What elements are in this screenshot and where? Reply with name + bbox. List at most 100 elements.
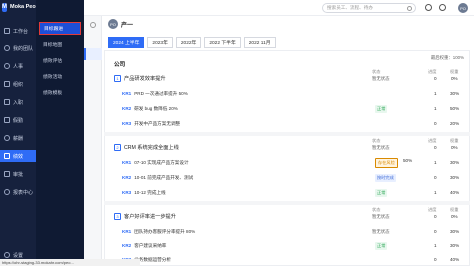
status-column-header: 状态 bbox=[372, 138, 381, 143]
sidebar-item-label: 薪酬 bbox=[13, 135, 24, 142]
objective-status: 暂无状态 bbox=[372, 214, 390, 219]
key-result[interactable]: KR3 10-12 完成上线 bbox=[122, 190, 166, 196]
sidebar-item-workbench[interactable]: 工作台 bbox=[0, 25, 36, 37]
progress-column-header: 进度 bbox=[428, 207, 437, 212]
brand-logo-icon: M bbox=[2, 2, 7, 12]
approval-icon bbox=[4, 171, 10, 177]
sidebar-item-label: 组织 bbox=[13, 81, 24, 88]
subnav-performance-activity[interactable]: 绩效活动 bbox=[39, 70, 81, 83]
sidebar-item-onboard[interactable]: 入职 bbox=[0, 96, 36, 108]
sidebar-item-label: 工作台 bbox=[13, 28, 29, 35]
objective-title[interactable]: 2 CRM 系统完成全面上线 bbox=[114, 144, 179, 151]
sidebar-item-my-team[interactable]: 我的团队 bbox=[0, 42, 36, 54]
status-column-header: 状态 bbox=[372, 69, 381, 74]
weight-column-header: 权重 bbox=[450, 69, 459, 74]
key-result[interactable]: KR2 客户建议采纳率 bbox=[122, 243, 166, 249]
list-item[interactable] bbox=[84, 48, 102, 60]
card-title: 公司 bbox=[114, 62, 126, 68]
sidebar-item-label: 假勤 bbox=[13, 117, 24, 124]
kr-weight: 30% bbox=[450, 229, 460, 234]
subnav-performance-review[interactable]: 绩效评估 bbox=[39, 54, 81, 67]
key-result[interactable]: KR1 07-10 实现成产品方案设计 bbox=[122, 160, 189, 166]
objective-title[interactable]: 3 客户好评率进一步提升 bbox=[114, 213, 176, 220]
kr-progress: 0 bbox=[434, 175, 437, 180]
team-icon bbox=[4, 45, 10, 51]
search-icon[interactable] bbox=[407, 6, 412, 11]
subnav-performance-template[interactable]: 绩效模板 bbox=[39, 86, 81, 99]
org-icon bbox=[4, 81, 10, 87]
tab-period[interactable]: 2023年 bbox=[147, 37, 173, 48]
key-result[interactable]: KR2 10-01 前完成产品开发、测试 bbox=[122, 175, 193, 181]
kr-progress: 0 bbox=[434, 121, 437, 126]
calendar-icon bbox=[4, 117, 10, 123]
kr-weight: 30% bbox=[450, 243, 460, 248]
kr-progress: 1 bbox=[434, 106, 437, 111]
tab-period[interactable]: 2024 上半年 bbox=[108, 37, 145, 48]
sidebar-item-label: 报表中心 bbox=[13, 189, 34, 196]
sidebar-item-approval[interactable]: 审批 bbox=[0, 168, 36, 180]
key-result[interactable]: KR2 研发 bug 数降低 20% bbox=[122, 106, 178, 112]
weight-column-header: 权重 bbox=[450, 207, 459, 212]
sidebar-item-attendance[interactable]: 假勤 bbox=[0, 114, 36, 126]
user-avatar: PO bbox=[108, 19, 118, 29]
gear-icon bbox=[4, 252, 10, 258]
sidebar-item-label: 人事 bbox=[13, 63, 24, 70]
period-tabs: 2024 上半年 2023年 2022年 2022 下半年 2022 11月 bbox=[108, 37, 279, 48]
avatar[interactable]: PO bbox=[458, 3, 468, 13]
objective-weight: 0% bbox=[451, 214, 458, 219]
sidebar-item-org[interactable]: 组织 bbox=[0, 78, 36, 90]
help-icon[interactable] bbox=[439, 4, 446, 11]
objective-progress: 0 bbox=[434, 214, 437, 219]
progress-column-header: 进度 bbox=[428, 69, 437, 74]
subnav-goal-tracking[interactable]: 目标跟进 bbox=[39, 22, 81, 35]
status-badge: 存在风险 bbox=[375, 158, 398, 168]
kr-weight: 50% bbox=[450, 106, 460, 111]
list-item[interactable] bbox=[84, 64, 102, 76]
objective-status: 暂无状态 bbox=[372, 76, 390, 81]
sidebar-item-hr[interactable]: 人事 bbox=[0, 60, 36, 72]
search-input[interactable]: 搜索员工、流程、待办 bbox=[322, 3, 416, 13]
progress-column-header: 进度 bbox=[428, 138, 437, 143]
top-bar: 搜索员工、流程、待办 PO bbox=[84, 0, 474, 16]
brand[interactable]: M Moka People bbox=[0, 0, 44, 14]
kr-progress: 1 bbox=[434, 190, 437, 195]
kr-weight: 40% bbox=[450, 190, 460, 195]
tab-period[interactable]: 2022 11月 bbox=[243, 37, 276, 48]
subnav-goal-map[interactable]: 目标地图 bbox=[39, 38, 81, 51]
person-icon bbox=[4, 63, 10, 69]
divider bbox=[104, 132, 470, 136]
report-icon bbox=[4, 189, 10, 195]
sub-sidebar: 目标跟进 目标地图 绩效评估 绩效活动 绩效模板 bbox=[36, 0, 84, 266]
sidebar-item-payroll[interactable]: 薪酬 bbox=[0, 132, 36, 144]
onboard-icon bbox=[4, 99, 10, 105]
kr-weight: 30% bbox=[450, 160, 460, 165]
objective-title[interactable]: 1 产品研发效率提升 bbox=[114, 75, 166, 82]
main-sidebar: M Moka People 工作台 我的团队 人事 组织 入职 假勤 薪酬 绩效… bbox=[0, 0, 44, 266]
user-name: 产一 bbox=[121, 23, 134, 29]
money-icon bbox=[4, 135, 10, 141]
sidebar-item-performance[interactable]: 绩效 bbox=[0, 150, 36, 162]
status-badge: 按时完成 bbox=[375, 174, 396, 182]
search-placeholder: 搜索员工、流程、待办 bbox=[327, 5, 373, 10]
kr-progress: 1 bbox=[434, 91, 437, 96]
tab-period[interactable]: 2022年 bbox=[175, 37, 202, 48]
key-result[interactable]: KR3 开发中产品方案无调整 bbox=[122, 121, 180, 127]
status-badge: 正常 bbox=[375, 189, 388, 197]
objective-status: 暂无状态 bbox=[372, 145, 390, 150]
home-icon[interactable] bbox=[425, 4, 432, 11]
key-result[interactable]: KR1 团队持办客服评分率提升 80% bbox=[122, 229, 195, 235]
tab-period[interactable]: 2022 下半年 bbox=[204, 37, 241, 48]
key-result[interactable]: KR1 PRD 一次通过率提升 50% bbox=[122, 91, 188, 97]
sidebar-item-label: 审批 bbox=[13, 171, 24, 178]
final-weight-label: 最后权重：100% bbox=[430, 55, 464, 60]
kr-progress: 1 bbox=[434, 160, 437, 165]
performance-icon bbox=[4, 153, 10, 159]
sidebar-item-reports[interactable]: 报表中心 bbox=[0, 186, 36, 198]
member-list-column bbox=[84, 16, 102, 266]
settings-icon[interactable] bbox=[90, 22, 96, 28]
objective-progress: 0 bbox=[434, 76, 437, 81]
kr-weight: 40% bbox=[450, 257, 460, 262]
kr-weight: 20% bbox=[450, 121, 460, 126]
sidebar-item-label: 我的团队 bbox=[13, 45, 34, 52]
kr-weight: 30% bbox=[450, 175, 460, 180]
